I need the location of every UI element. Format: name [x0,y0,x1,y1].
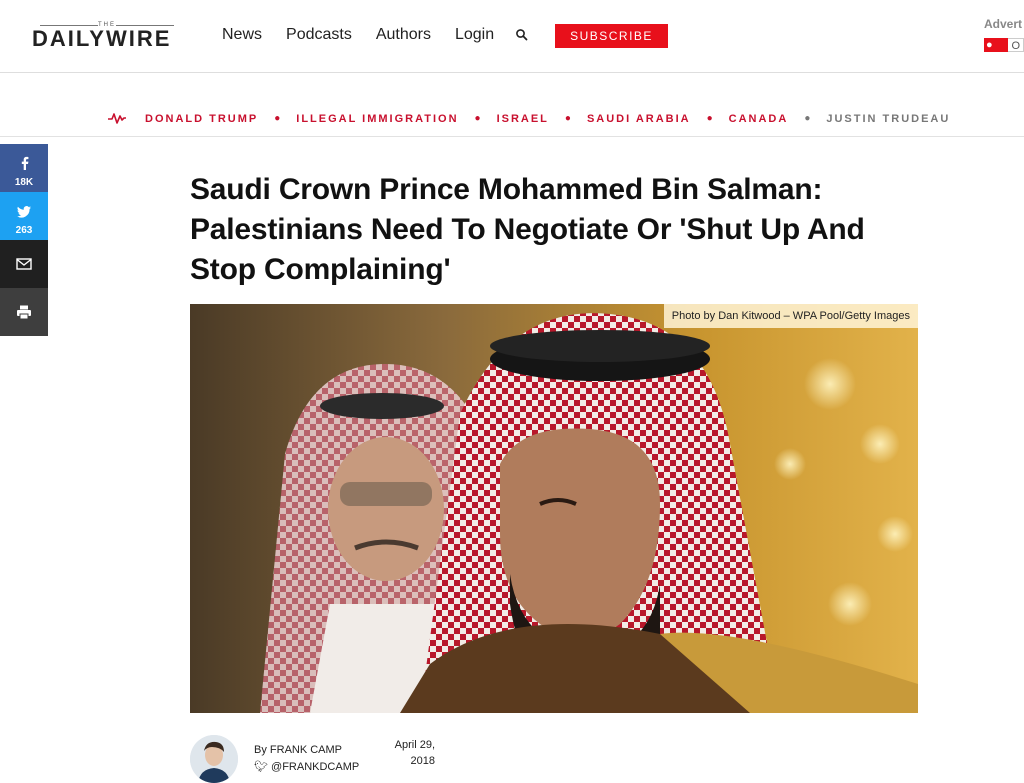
topic-canada[interactable]: CANADA [729,113,789,125]
facebook-share-count: 18K [14,177,34,188]
twitter-share-button[interactable]: 263 [0,192,48,240]
trending-topics: DONALD TRUMP ● ILLEGAL IMMIGRATION ● ISR… [145,113,950,125]
topic-separator: ● [474,113,481,124]
search-icon[interactable] [515,28,529,42]
author-twitter-handle[interactable]: 🐦︎ @FRANKDCAMP [254,760,359,773]
nav-news[interactable]: News [222,24,262,46]
twitter-icon [17,206,31,218]
share-bar: 18K 263 [0,144,48,336]
facebook-share-button[interactable]: 18K [0,144,48,192]
subscribe-button[interactable]: SUBSCRIBE [555,24,668,48]
nav-podcasts[interactable]: Podcasts [286,24,352,46]
main-nav: News Podcasts Authors Login [222,24,518,46]
twitter-small-icon: 🐦︎ [254,761,268,773]
author-handle-text: @FRANKDCAMP [271,761,360,773]
nav-login[interactable]: Login [455,24,494,46]
author-avatar-image [190,735,238,783]
publish-date: April 29, 2018 [360,737,435,769]
trending-bar: DONALD TRUMP ● ILLEGAL IMMIGRATION ● ISR… [0,100,1024,137]
author-avatar[interactable] [190,735,238,783]
logo-wordmark: DAILYWIRE [32,26,172,51]
ad-toggle[interactable]: ● ON O [984,38,1024,65]
email-share-button[interactable] [0,240,48,288]
print-icon [17,305,31,320]
author-link[interactable]: FRANK CAMP [270,744,342,756]
print-button[interactable] [0,288,48,336]
byline-prefix: By [254,744,267,756]
twitter-share-count: 263 [15,225,33,236]
publish-date-line2: 2018 [410,755,435,767]
facebook-icon [21,156,29,170]
site-header: THE DAILYWIRE News Podcasts Authors Logi… [0,0,1024,73]
topic-separator: ● [706,113,713,124]
publish-date-line1: April 29, [394,739,435,751]
advertising-label: Advert [984,17,1023,31]
topic-israel[interactable]: ISRAEL [497,113,549,125]
ad-toggle-on[interactable]: ● ON [984,38,1009,65]
topic-saudi-arabia[interactable]: SAUDI ARABIA [587,113,691,125]
nav-authors[interactable]: Authors [376,24,431,46]
dailywire-logo[interactable]: THE DAILYWIRE [32,22,182,51]
topic-separator: ● [564,113,571,124]
topic-separator: ● [274,113,281,124]
topic-donald-trump[interactable]: DONALD TRUMP [145,113,258,125]
article-title: Saudi Crown Prince Mohammed Bin Salman: … [190,173,865,286]
hero-photo: Photo by Dan Kitwood – WPA Pool/Getty Im… [190,304,918,713]
hero-image [190,304,918,713]
ad-toggle-on-label: ON [986,53,1003,65]
ad-toggle-off[interactable]: O [1008,38,1024,52]
byline-author: By FRANK CAMP [254,744,342,756]
topic-illegal-immigration[interactable]: ILLEGAL IMMIGRATION [296,113,458,125]
pulse-icon [108,113,126,124]
topic-justin-trudeau[interactable]: JUSTIN TRUDEAU [826,113,950,125]
photo-credit: Photo by Dan Kitwood – WPA Pool/Getty Im… [663,304,918,328]
topic-separator: ● [804,113,811,124]
email-icon [16,258,32,270]
